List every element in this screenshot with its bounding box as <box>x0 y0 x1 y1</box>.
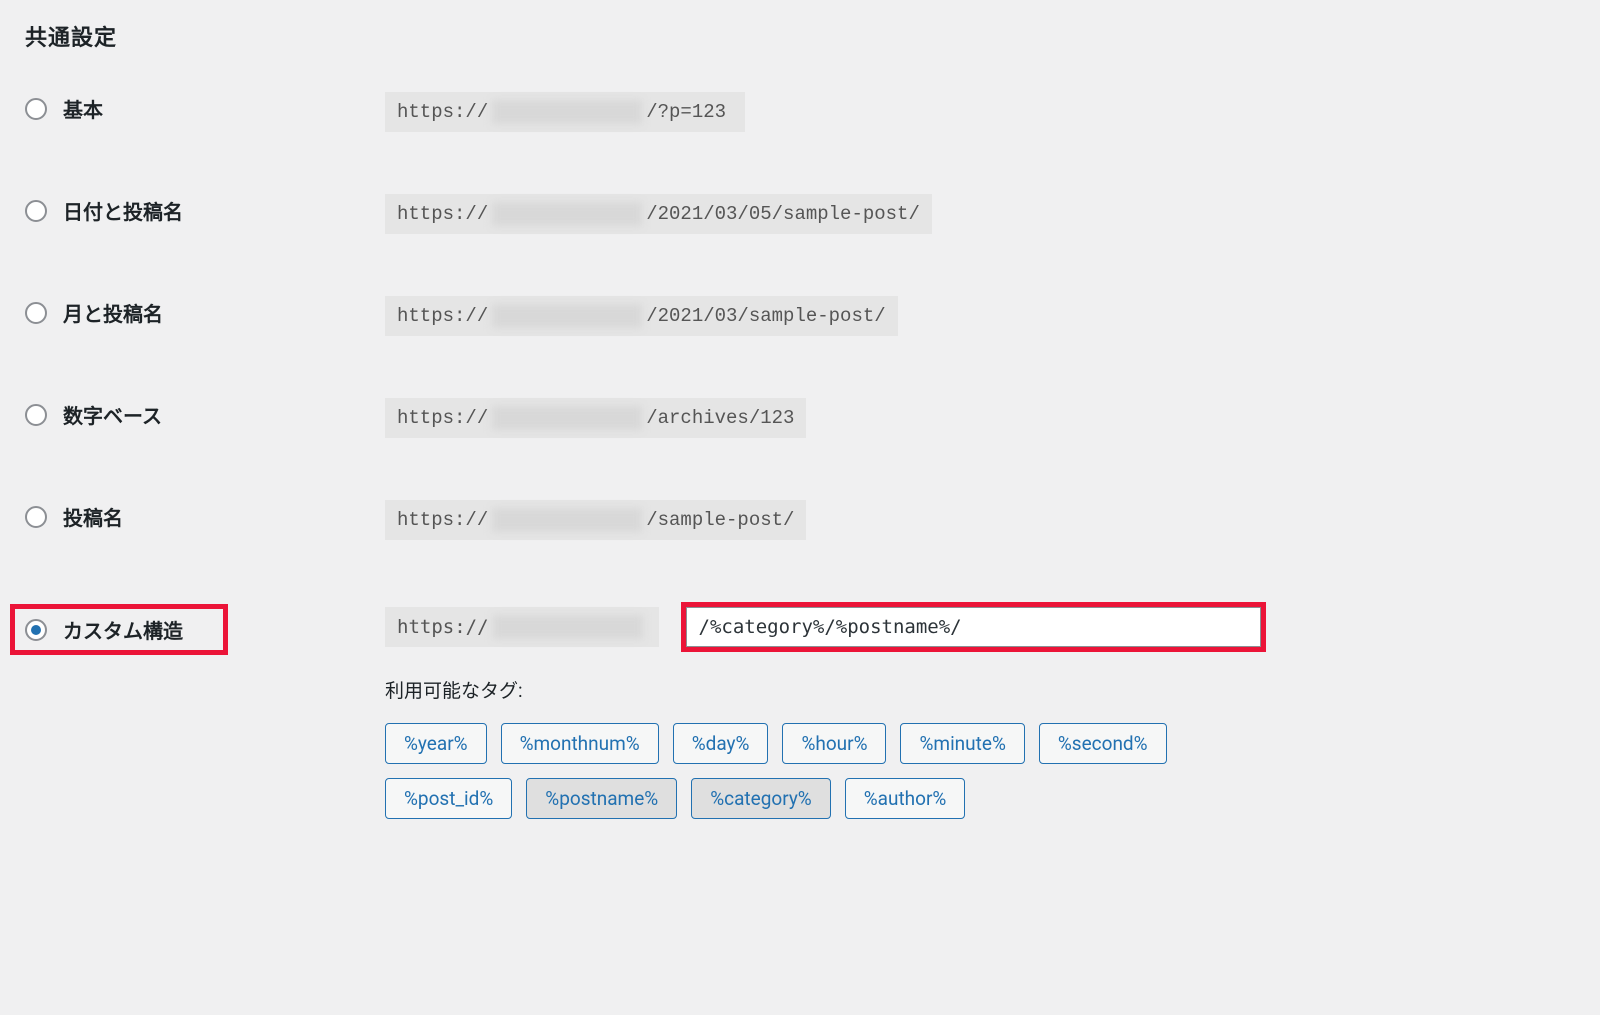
example-url-numeric: https:// /archives/123 <box>385 398 806 438</box>
url-prefix: https:// <box>397 203 488 225</box>
tag-minute[interactable]: %minute% <box>900 723 1024 764</box>
option-label-custom[interactable]: カスタム構造 <box>63 615 183 644</box>
option-label-post-name[interactable]: 投稿名 <box>63 502 123 531</box>
permalink-option-month-name: 月と投稿名 https:// /2021/03/sample-post/ <box>25 296 1575 336</box>
section-title: 共通設定 <box>25 20 1575 52</box>
permalink-option-basic: 基本 https:// /?p=123 <box>25 92 1575 132</box>
url-suffix: /2021/03/sample-post/ <box>646 305 885 327</box>
tag-author[interactable]: %author% <box>845 778 966 819</box>
tag-category[interactable]: %category% <box>691 778 831 819</box>
url-prefix: https:// <box>397 407 488 429</box>
tag-hour[interactable]: %hour% <box>782 723 886 764</box>
blurred-domain <box>492 100 642 124</box>
blurred-domain <box>492 202 642 226</box>
custom-url-prefix-box: https:// <box>385 607 659 647</box>
permalink-option-custom: カスタム構造 https:// 利用可能なタグ: %year% %monthnu… <box>25 602 1575 819</box>
permalink-option-numeric: 数字ベース https:// /archives/123 <box>25 398 1575 438</box>
example-url-basic: https:// /?p=123 <box>385 92 745 132</box>
url-suffix: /sample-post/ <box>646 509 794 531</box>
permalink-option-day-name: 日付と投稿名 https:// /2021/03/05/sample-post/ <box>25 194 1575 234</box>
radio-day-name[interactable] <box>25 200 47 222</box>
blurred-domain <box>493 615 643 639</box>
example-url-post-name: https:// /sample-post/ <box>385 500 806 540</box>
radio-numeric[interactable] <box>25 404 47 426</box>
blurred-domain <box>492 304 642 328</box>
radio-month-name[interactable] <box>25 302 47 324</box>
custom-structure-input[interactable] <box>686 607 1261 647</box>
tag-postname[interactable]: %postname% <box>526 778 677 819</box>
url-prefix: https:// <box>397 616 489 638</box>
tag-monthnum[interactable]: %monthnum% <box>501 723 659 764</box>
tag-second[interactable]: %second% <box>1039 723 1167 764</box>
option-label-day-name[interactable]: 日付と投稿名 <box>63 196 183 225</box>
url-prefix: https:// <box>397 305 488 327</box>
option-label-month-name[interactable]: 月と投稿名 <box>63 298 163 327</box>
tag-post-id[interactable]: %post_id% <box>385 778 512 819</box>
blurred-domain <box>492 508 642 532</box>
permalink-options: 基本 https:// /?p=123 日付と投稿名 https:// /202… <box>25 92 1575 819</box>
radio-custom[interactable] <box>25 619 47 641</box>
custom-structure-row: https:// <box>385 602 1575 652</box>
url-suffix: /?p=123 <box>646 101 726 123</box>
permalink-option-post-name: 投稿名 https:// /sample-post/ <box>25 500 1575 540</box>
url-suffix: /2021/03/05/sample-post/ <box>646 203 920 225</box>
option-label-basic[interactable]: 基本 <box>63 94 103 123</box>
url-prefix: https:// <box>397 509 488 531</box>
option-label-numeric[interactable]: 数字ベース <box>63 400 162 429</box>
blurred-domain <box>492 406 642 430</box>
radio-basic[interactable] <box>25 98 47 120</box>
available-tags: %year% %monthnum% %day% %hour% %minute% … <box>385 723 1265 819</box>
url-prefix: https:// <box>397 101 488 123</box>
available-tags-label: 利用可能なタグ: <box>385 676 1575 703</box>
radio-post-name[interactable] <box>25 506 47 528</box>
tag-day[interactable]: %day% <box>673 723 769 764</box>
tag-year[interactable]: %year% <box>385 723 487 764</box>
example-url-month-name: https:// /2021/03/sample-post/ <box>385 296 898 336</box>
custom-input-highlight <box>681 602 1266 652</box>
example-url-day-name: https:// /2021/03/05/sample-post/ <box>385 194 932 234</box>
url-suffix: /archives/123 <box>646 407 794 429</box>
